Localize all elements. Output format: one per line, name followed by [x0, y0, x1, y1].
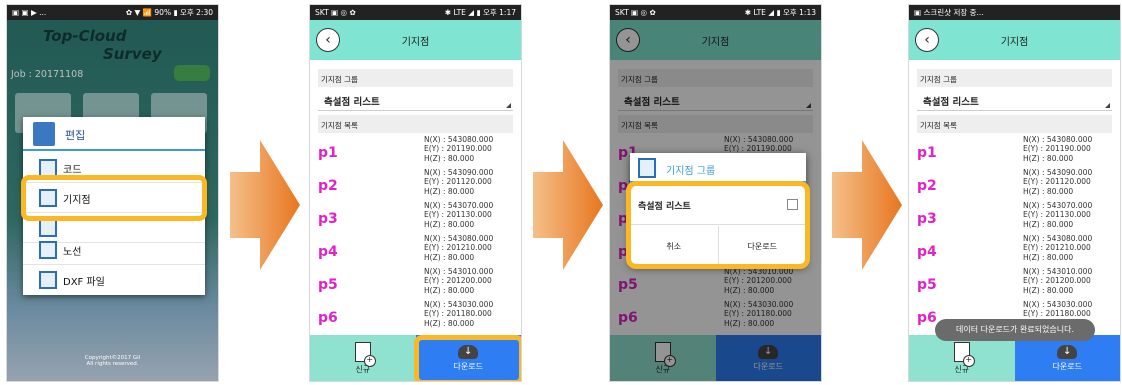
menu-item-route[interactable]: 노선 — [23, 235, 205, 265]
status-left: SKT ▣ ◎ ✿ — [615, 8, 656, 17]
status-left: ▣ ▣ ▶ ... — [12, 8, 47, 17]
dropdown-triangle-icon — [506, 103, 511, 108]
list-item[interactable]: p4N(X) : 543080.000E(Y) : 201210.000H(Z)… — [318, 234, 513, 267]
dialog-header: 기지점 그룹 — [630, 153, 806, 183]
list-item[interactable]: p1N(X) : 543080.000E(Y) : 201190.000H(Z)… — [917, 135, 1112, 168]
phone-screen-2: SKT ▣ ◎ ✿ ✱ LTE ◢ ▮ 오후 1:17 ‹ 기지점 기지점 그룹… — [309, 4, 522, 382]
status-bar: ▣ ▣ ▶ ... ✿ ▼ 📶 90% ▮ 오후 2:30 — [7, 5, 218, 20]
list-item[interactable]: p3N(X) : 543070.000E(Y) : 201130.000H(Z)… — [318, 201, 513, 234]
toast-message: 데이터 다운로드가 완료되었습니다. — [935, 319, 1095, 341]
status-left: SKT ▣ ◎ ✿ — [315, 8, 356, 17]
list-item[interactable]: p5 N(X) : 543010.000 E(Y) : 201200.000 H(Z)… — [917, 267, 1112, 300]
app-bar: ‹ 기지점 — [909, 20, 1120, 60]
new-document-icon — [354, 341, 376, 367]
dialog-title: 기지점 그룹 — [666, 166, 716, 177]
group-dropdown-value: 측설점 리스트 — [324, 97, 380, 108]
status-right: ✱ LTE ◢ ▮ 오후 1:13 — [744, 8, 816, 17]
menu-header: 편집 — [23, 117, 205, 151]
page-title: 기지점 — [401, 37, 430, 48]
route-icon — [39, 241, 57, 259]
new-button[interactable]: 신규 — [909, 335, 1015, 381]
list-item[interactable]: p5 N(X) : 543010.000 E(Y) : 201200.000 H(Z)… — [318, 267, 513, 300]
highlight-box — [626, 181, 810, 269]
highlight-box — [414, 335, 521, 381]
group-section-label: 기지점 그룹 — [917, 69, 1112, 87]
copyright-footer: Copyright©2017 Gil All rights reserved. — [84, 355, 141, 367]
group-dropdown[interactable]: 측설점 리스트 — [318, 89, 513, 111]
group-dropdown[interactable]: 측설점 리스트 — [917, 89, 1112, 111]
download-button-label: 다운로드 — [1052, 361, 1082, 371]
app-bar: ‹ 기지점 — [310, 20, 521, 60]
cloud-download-icon — [1057, 344, 1078, 359]
list-item[interactable]: p1N(X) : 543080.000E(Y) : 201190.000H(Z)… — [318, 135, 513, 168]
menu-item-label: 노선 — [63, 247, 82, 258]
page-title: 기지점 — [1000, 37, 1029, 48]
arrow-right-icon — [533, 140, 603, 270]
point-list: p1N(X) : 543080.000E(Y) : 201190.000H(Z)… — [917, 135, 1112, 331]
status-bar: SKT ▣ ◎ ✿ ✱ LTE ◢ ▮ 오후 1:17 — [310, 5, 521, 20]
edit-icon — [33, 122, 55, 146]
list-item[interactable]: p2N(X) : 543090.000E(Y) : 201120.000H(Z)… — [917, 168, 1112, 201]
arrow-right-icon — [230, 140, 300, 270]
list-section-label: 기지점 목록 — [917, 115, 1112, 133]
point-list: p1N(X) : 543080.000E(Y) : 201190.000H(Z)… — [318, 135, 513, 331]
highlight-box — [21, 175, 207, 221]
list-item[interactable]: p4N(X) : 543080.000E(Y) : 201210.000H(Z)… — [917, 234, 1112, 267]
menu-item-dxf-file[interactable]: DXF 파일 — [23, 265, 205, 295]
download-button[interactable]: 다운로드 — [1014, 335, 1120, 381]
status-bar: ▣ 스크린샷 저장 중... — [909, 5, 1120, 20]
phone-screen-3: SKT ▣ ◎ ✿ ✱ LTE ◢ ▮ 오후 1:13 ‹ 기지점 기지점 그룹… — [609, 4, 822, 382]
status-bar: SKT ▣ ◎ ✿ ✱ LTE ◢ ▮ 오후 1:13 — [610, 5, 821, 20]
menu-item-label: 코드 — [63, 165, 82, 176]
status-left: ▣ 스크린샷 저장 중... — [914, 8, 984, 17]
list-item[interactable]: p6N(X) : 543030.000E(Y) : 201180.000H(Z)… — [318, 300, 513, 331]
list-section-label: 기지점 목록 — [318, 115, 513, 133]
control-point-icon — [638, 158, 656, 178]
status-right: ✿ ▼ 📶 90% ▮ 오후 2:30 — [125, 8, 213, 17]
menu-item-label: DXF 파일 — [63, 277, 105, 288]
status-right: ✱ LTE ◢ ▮ 오후 1:17 — [444, 8, 516, 17]
new-document-icon — [953, 341, 975, 367]
list-item[interactable]: p2N(X) : 543090.000E(Y) : 201120.000H(Z)… — [318, 168, 513, 201]
new-button[interactable]: 신규 — [310, 335, 416, 381]
dropdown-triangle-icon — [1105, 103, 1110, 108]
phone-screen-4: ▣ 스크린샷 저장 중... ‹ 기지점 기지점 그룹 측설점 리스트 기지점 … — [908, 4, 1121, 382]
bottom-bar: 신규 다운로드 — [909, 335, 1120, 381]
group-section-label: 기지점 그룹 — [318, 69, 513, 87]
dxf-file-icon — [39, 271, 57, 289]
menu-title: 편집 — [65, 129, 86, 142]
group-dropdown-value: 측설점 리스트 — [923, 97, 979, 108]
arrow-right-icon — [832, 140, 902, 270]
list-item[interactable]: p3N(X) : 543070.000E(Y) : 201130.000H(Z)… — [917, 201, 1112, 234]
phone-screen-1: ▣ ▣ ▶ ... ✿ ▼ 📶 90% ▮ 오후 2:30 Top-Cloud … — [6, 4, 219, 382]
